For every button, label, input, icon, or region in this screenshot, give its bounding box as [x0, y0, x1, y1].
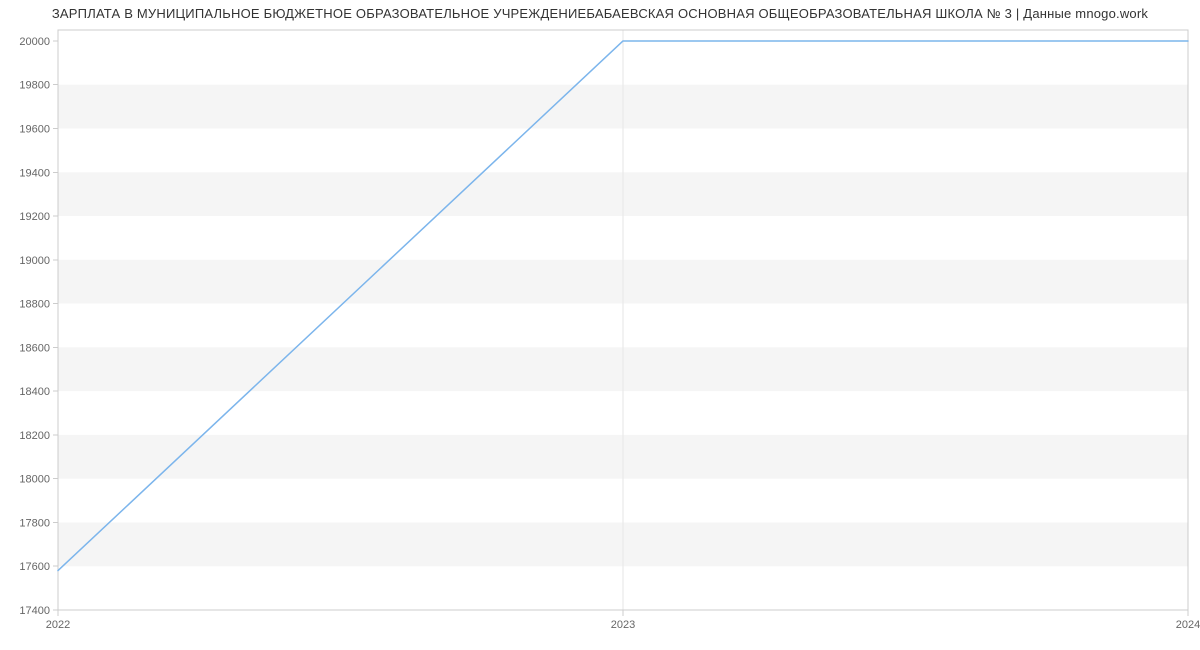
- y-tick-label: 18400: [19, 386, 50, 398]
- y-tick-label: 19400: [19, 167, 50, 179]
- y-tick-label: 17400: [19, 605, 50, 617]
- y-tick-label: 18600: [19, 342, 50, 354]
- y-tick-label: 18800: [19, 299, 50, 311]
- chart-svg: 17400 17600 17800 18000 18200 18400 18600 18800…: [0, 0, 1200, 650]
- y-tick-label: 19600: [19, 123, 50, 135]
- x-tick-label: 2022: [46, 619, 70, 631]
- x-tick-label: 2023: [611, 619, 635, 631]
- y-tick-label: 19200: [19, 211, 50, 223]
- y-tick-label: 18000: [19, 474, 50, 486]
- salary-line-chart: ЗАРПЛАТА В МУНИЦИПАЛЬНОЕ БЮДЖЕТНОЕ ОБРАЗ…: [0, 0, 1200, 650]
- y-tick-label: 19000: [19, 255, 50, 267]
- y-tick-label: 18200: [19, 430, 50, 442]
- y-tick-label: 20000: [19, 36, 50, 48]
- y-tick-label: 17800: [19, 517, 50, 529]
- chart-title: ЗАРПЛАТА В МУНИЦИПАЛЬНОЕ БЮДЖЕТНОЕ ОБРАЗ…: [0, 6, 1200, 21]
- y-tick-label: 17600: [19, 561, 50, 573]
- y-tick-label: 19800: [19, 80, 50, 92]
- x-tick-label: 2024: [1176, 619, 1200, 631]
